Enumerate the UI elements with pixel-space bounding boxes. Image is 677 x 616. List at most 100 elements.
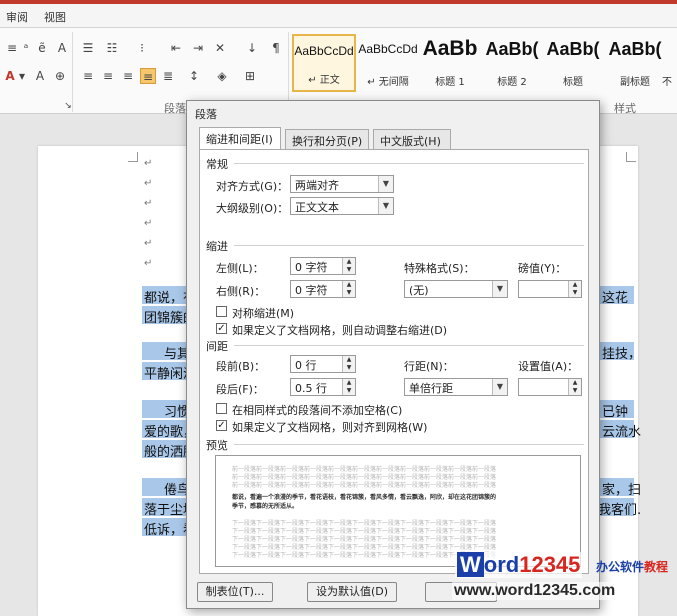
doc-line-right: 已钟 — [602, 405, 629, 420]
phonetic-guide-icon[interactable]: ᵃ — [18, 40, 34, 56]
indent-by-spinner[interactable]: ▲ ▼ — [518, 280, 582, 298]
doc-line-right: 我客们. — [598, 503, 642, 518]
chinese-layout-icon[interactable]: ✕ — [212, 40, 228, 56]
char-border-icon[interactable]: A — [54, 40, 70, 56]
font-dialog-launcher-icon[interactable]: ↘ — [60, 98, 76, 114]
dropdown-arrow-icon[interactable]: ▾ — [14, 68, 30, 84]
auto-right-indent-label[interactable]: 如果定义了文档网格，则自动调整右缩进(D) — [232, 322, 447, 338]
tab-asian-typography[interactable]: 中文版式(H) — [373, 129, 451, 149]
general-heading: 常规 — [206, 158, 228, 171]
align-justify-icon[interactable]: ≡ — [140, 68, 156, 84]
chevron-down-icon[interactable]: ▼ — [378, 198, 393, 214]
snap-to-grid-checkbox[interactable]: ✓ — [216, 420, 227, 431]
preview-heading: 预览 — [206, 439, 228, 452]
space-before-spinner[interactable]: 0 行 ▲ ▼ — [290, 355, 356, 373]
tab-line-page-breaks[interactable]: 换行和分页(P) — [285, 129, 369, 149]
spin-down-icon[interactable]: ▼ — [569, 289, 581, 297]
sort-icon[interactable]: ↓ — [244, 40, 260, 56]
tab-review[interactable]: 审阅 — [6, 9, 28, 25]
style-heading-1[interactable]: AaBb 标题 1 — [418, 34, 482, 92]
chevron-down-icon[interactable]: ▼ — [492, 379, 507, 395]
indent-right-label: 右侧(R)： — [216, 285, 266, 298]
increase-indent-icon[interactable]: ⇥ — [190, 40, 206, 56]
distributed-icon[interactable]: ≣ — [160, 68, 176, 84]
align-right-icon[interactable]: ≡ — [120, 68, 136, 84]
paragraph-dialog: 段落 缩进和间距(I) 换行和分页(P) 中文版式(H) 常规 对齐方式(G)：… — [186, 100, 600, 609]
indent-heading: 缩进 — [206, 240, 228, 253]
alignment-label: 对齐方式(G)： — [216, 180, 289, 193]
spacing-at-spinner[interactable]: ▲ ▼ — [518, 378, 582, 396]
set-default-button[interactable]: 设为默认值(D) — [307, 582, 397, 602]
spin-up-icon[interactable]: ▲ — [343, 379, 355, 387]
indent-left-label: 左侧(L)： — [216, 262, 264, 275]
multilevel-list-icon[interactable]: ⁝ — [134, 40, 150, 56]
style-title[interactable]: AaBb( 标题 — [541, 34, 605, 92]
paragraph-mark: ↵ — [144, 158, 153, 169]
styles-group-label: 样式 — [614, 102, 636, 115]
borders-icon[interactable]: ⊞ — [242, 68, 258, 84]
doc-line-right: 这花 — [602, 291, 629, 306]
align-center-icon[interactable]: ≡ — [100, 68, 116, 84]
watermark-logo: Word12345 — [455, 552, 583, 578]
enclose-char-icon[interactable]: ⊕ — [52, 68, 68, 84]
space-after-label: 段后(F)： — [216, 383, 264, 396]
alignment-select[interactable]: 两端对齐 ▼ — [290, 175, 394, 193]
paragraph-mark: ↵ — [144, 178, 153, 189]
paragraph-mark: ↵ — [144, 218, 153, 229]
chevron-down-icon[interactable]: ▼ — [492, 281, 507, 297]
tab-indent-spacing[interactable]: 缩进和间距(I) — [199, 127, 281, 150]
style-no-spacing[interactable]: AaBbCcDd ↵ 无间隔 — [356, 34, 420, 92]
shading-icon[interactable]: ◈ — [214, 68, 230, 84]
auto-right-indent-checkbox[interactable]: ✓ — [216, 323, 227, 334]
tab-view[interactable]: 视图 — [44, 9, 66, 25]
indent-right-spinner[interactable]: 0 字符 ▲ ▼ — [290, 280, 356, 298]
line-spacing-icon[interactable]: ↕ — [186, 68, 202, 84]
indent-left-spinner[interactable]: 0 字符 ▲ ▼ — [290, 257, 356, 275]
spin-up-icon[interactable]: ▲ — [343, 356, 355, 364]
char-shading-icon[interactable]: A — [32, 68, 48, 84]
style-normal[interactable]: AaBbCcDd ↵ 正文 — [292, 34, 356, 92]
numbering-icon[interactable]: ☷ — [104, 40, 120, 56]
clear-format-icon[interactable]: ẽ — [34, 40, 50, 56]
style-more[interactable]: 不 — [662, 34, 677, 92]
spin-down-icon[interactable]: ▼ — [569, 387, 581, 395]
tabs-button[interactable]: 制表位(T)... — [197, 582, 273, 602]
spacing-heading: 间距 — [206, 340, 228, 353]
paragraph-mark: ↵ — [144, 238, 153, 249]
decrease-indent-icon[interactable]: ⇤ — [168, 40, 184, 56]
no-space-same-style-label[interactable]: 在相同样式的段落间不添加空格(C) — [232, 402, 402, 418]
preview-box: 前一段落前一段落前一段落前一段落前一段落前一段落前一段落前一段落前一段落前一段落… — [215, 455, 581, 567]
spin-down-icon[interactable]: ▼ — [343, 289, 355, 297]
outline-level-select[interactable]: 正文文本 ▼ — [290, 197, 394, 215]
show-marks-icon[interactable]: ¶ — [268, 40, 284, 56]
mirror-indent-checkbox[interactable] — [216, 306, 227, 317]
spin-down-icon[interactable]: ▼ — [343, 266, 355, 274]
line-spacing-select[interactable]: 单倍行距 ▼ — [404, 378, 508, 396]
spin-down-icon[interactable]: ▼ — [343, 387, 355, 395]
chevron-down-icon[interactable]: ▼ — [378, 176, 393, 192]
align-left-icon[interactable]: ≡ — [80, 68, 96, 84]
mirror-indent-label[interactable]: 对称缩进(M) — [232, 305, 294, 321]
style-subtitle[interactable]: AaBb( 副标题 — [603, 34, 667, 92]
spacing-at-label: 设置值(A)： — [518, 360, 579, 373]
outline-level-label: 大纲级别(O)： — [216, 202, 289, 215]
bullets-icon[interactable]: ☰ — [80, 40, 96, 56]
no-space-same-style-checkbox[interactable] — [216, 403, 227, 414]
special-indent-select[interactable]: (无) ▼ — [404, 280, 508, 298]
spin-up-icon[interactable]: ▲ — [343, 258, 355, 266]
dialog-title: 段落 — [195, 108, 217, 121]
space-after-spinner[interactable]: 0.5 行 ▲ ▼ — [290, 378, 356, 396]
paragraph-mark: ↵ — [144, 258, 153, 269]
snap-to-grid-label[interactable]: 如果定义了文档网格，则对齐到网格(W) — [232, 419, 427, 435]
spin-down-icon[interactable]: ▼ — [343, 364, 355, 372]
ribbon-tab-bar: 审阅 视图 — [0, 4, 677, 28]
style-heading-2[interactable]: AaBb( 标题 2 — [480, 34, 544, 92]
spin-up-icon[interactable]: ▲ — [569, 379, 581, 387]
paragraph-mark: ↵ — [144, 198, 153, 209]
spin-up-icon[interactable]: ▲ — [569, 281, 581, 289]
indent-by-label: 磅值(Y)： — [518, 262, 567, 275]
indent-spacing-panel: 常规 对齐方式(G)： 两端对齐 ▼ 大纲级别(O)： 正文文本 ▼ 缩进 左侧… — [199, 149, 589, 574]
watermark-suffix: 办公软件教程 — [596, 560, 669, 574]
spin-up-icon[interactable]: ▲ — [343, 281, 355, 289]
margin-corner-tl — [128, 152, 138, 162]
